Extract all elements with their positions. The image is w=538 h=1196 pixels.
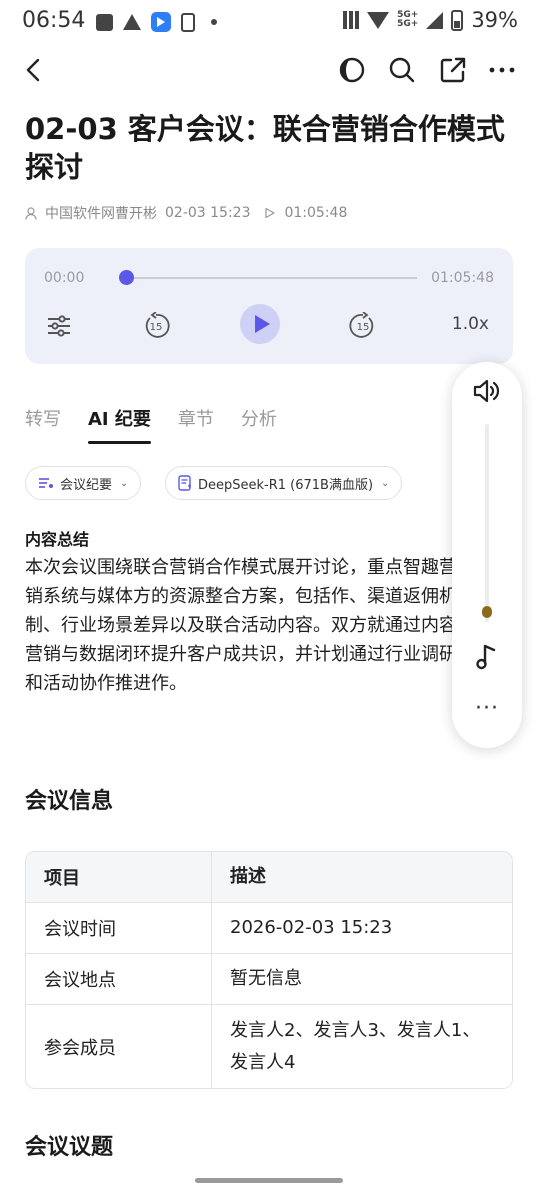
warning-icon	[123, 14, 141, 30]
tab-chapters[interactable]: 章节	[178, 405, 214, 445]
phone-icon	[181, 12, 195, 32]
column-header-item: 项目	[26, 852, 212, 902]
model-dropdown[interactable]: DeepSeek-R1 (671B满血版) ⌄	[165, 466, 403, 500]
table-cell-desc: 2026-02-03 15:23	[230, 917, 393, 938]
recording-meta: 中国软件网曹开彬 02-03 15:23 01:05:48	[25, 203, 347, 223]
chevron-down-icon: ⌄	[120, 477, 129, 489]
table-cell-desc: 发言人2、发言人3、发言人1、发言人4	[230, 1019, 481, 1073]
share-icon	[440, 57, 466, 83]
audio-player: 00:00 01:05:48 15 15 1.0x	[25, 248, 513, 364]
tab-transcript[interactable]: 转写	[25, 405, 61, 445]
tab-analysis[interactable]: 分析	[241, 405, 277, 445]
skip-forward-button[interactable]: 15	[343, 306, 383, 346]
skip-back-button[interactable]: 15	[136, 306, 176, 346]
list-icon	[39, 478, 53, 488]
summary-text: 本次会议围绕联合营销合作模式展开讨论，重点智趣营销系统与媒体方的资源整合方案，包…	[25, 557, 457, 694]
sliders-icon	[48, 315, 70, 337]
table-row: 会议地点 暂无信息	[26, 954, 512, 1005]
theme-icon	[339, 57, 365, 83]
document-ai-icon	[178, 475, 191, 491]
top-nav	[0, 50, 538, 90]
system-icons: 5G+ 5G+ 39%	[343, 8, 518, 32]
meeting-info-heading: 会议信息	[25, 783, 114, 817]
table-row: 参会成员 发言人2、发言人3、发言人1、发言人4	[26, 1005, 512, 1088]
notification-icons	[96, 12, 217, 32]
table-cell-item: 会议地点	[26, 954, 212, 1004]
meeting-info-table: 项目 描述 会议时间 2026-02-03 15:23 会议地点 暂无信息 参会…	[25, 851, 513, 1089]
player-settings-button[interactable]	[39, 306, 79, 346]
search-icon	[389, 57, 415, 83]
back-button[interactable]	[20, 56, 48, 84]
battery-icon	[451, 9, 464, 31]
home-indicator[interactable]	[195, 1178, 343, 1183]
wifi-icon	[367, 11, 390, 29]
volume-icon[interactable]	[472, 378, 502, 404]
signal-icon	[426, 11, 444, 29]
more-notifications-icon	[211, 19, 217, 25]
model-label: DeepSeek-R1 (671B满血版)	[198, 477, 374, 493]
skip-back-seconds: 15	[150, 322, 163, 333]
more-icon	[489, 67, 515, 73]
music-note-icon[interactable]	[475, 643, 499, 671]
table-cell-desc: 暂无信息	[230, 968, 302, 989]
progress-track[interactable]	[125, 277, 417, 279]
message-icon	[96, 13, 113, 31]
current-time: 00:00	[44, 270, 85, 286]
summary-heading: 内容总结	[25, 530, 90, 549]
app-notification-icon	[151, 12, 171, 32]
share-button[interactable]	[439, 56, 467, 84]
skip-forward-seconds: 15	[357, 322, 370, 333]
progress-knob[interactable]	[119, 270, 134, 285]
network-type: 5G+ 5G+	[397, 10, 419, 29]
table-cell-item: 参会成员	[26, 1005, 212, 1088]
author-name: 中国软件网曹开彬	[45, 206, 157, 222]
template-label: 会议纪要	[60, 477, 113, 493]
play-button[interactable]	[240, 304, 280, 344]
nfc-icon	[343, 11, 360, 29]
record-duration: 01:05:48	[284, 205, 348, 221]
record-datetime: 02-03 15:23	[165, 205, 251, 221]
play-outline-icon	[265, 207, 276, 219]
speed-button[interactable]: 1.0x	[452, 314, 489, 334]
total-time: 01:05:48	[431, 270, 494, 286]
volume-slider[interactable]	[485, 424, 489, 622]
table-header-row: 项目 描述	[26, 852, 512, 903]
battery-percent: 39%	[471, 8, 518, 32]
search-button[interactable]	[388, 56, 416, 84]
forward-15-icon: 15	[349, 312, 374, 338]
template-dropdown[interactable]: 会议纪要 ⌄	[25, 466, 142, 500]
volume-panel: ···	[452, 362, 522, 748]
chevron-left-icon	[26, 58, 40, 82]
chevron-down-icon: ⌄	[381, 477, 390, 489]
page-title: 02-03 客户会议：联合营销合作模式探讨	[25, 112, 505, 184]
content-tabs: 转写 AI 纪要 章节 分析	[25, 405, 304, 445]
status-bar: 06:54 5G+ 5G+ 39%	[0, 0, 538, 44]
column-header-desc: 描述	[230, 866, 266, 887]
more-button[interactable]	[488, 56, 516, 84]
topics-heading: 会议议题	[25, 1129, 114, 1163]
volume-slider-handle[interactable]	[482, 606, 492, 619]
user-icon	[25, 206, 37, 220]
rewind-15-icon: 15	[145, 312, 170, 338]
table-row: 会议时间 2026-02-03 15:23	[26, 903, 512, 954]
table-cell-item: 会议时间	[26, 903, 212, 953]
status-time: 06:54	[22, 8, 86, 33]
theme-button[interactable]	[338, 56, 366, 84]
tab-ai-summary[interactable]: AI 纪要	[88, 405, 151, 445]
volume-more-button[interactable]: ···	[452, 698, 522, 720]
